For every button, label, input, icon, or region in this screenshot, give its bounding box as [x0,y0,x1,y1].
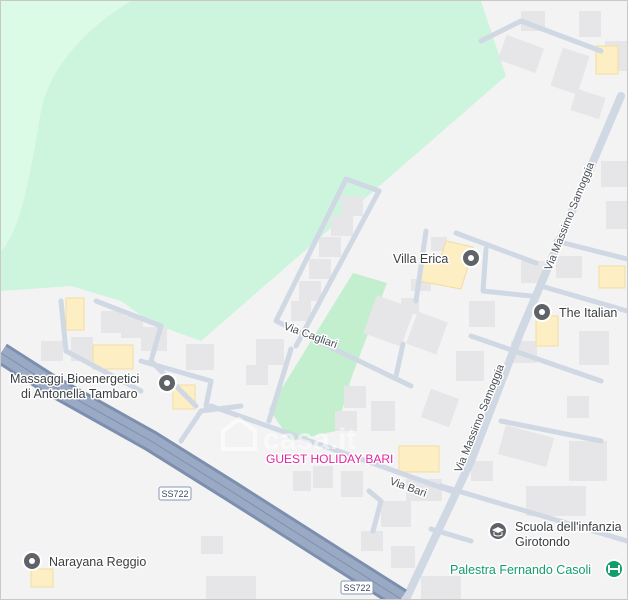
svg-text:Villa Erica: Villa Erica [393,252,448,266]
pin-icon [157,373,177,393]
school-icon [488,521,508,541]
svg-text:Palestra Fernando Casoli: Palestra Fernando Casoli [450,563,591,577]
casa-watermark: casa.it [221,416,356,456]
svg-text:SS722: SS722 [343,583,370,593]
svg-text:di Antonella Tambaro: di Antonella Tambaro [21,387,138,401]
pin-icon [22,551,42,571]
poi-guest-holiday-bari[interactable]: GUEST HOLIDAY BARI GUEST HOLIDAY BARI [265,451,395,468]
svg-text:The Italian: The Italian [559,306,617,320]
poi-palestra-fernando-casoli[interactable]: Palestra Fernando Casoli Palestra Fernan… [449,559,624,579]
pin-icon [461,248,481,268]
svg-text:Scuola dell'infanzia: Scuola dell'infanzia [515,520,622,534]
svg-text:Massaggi Bioenergetici: Massaggi Bioenergetici [10,372,139,386]
svg-text:SS722: SS722 [161,489,188,499]
svg-text:GUEST HOLIDAY BARI: GUEST HOLIDAY BARI [266,452,393,466]
street-label-via-massimo-samoggia-upper: Via Massimo Samoggia Via Massimo Samoggi… [541,158,599,273]
svg-text:Via Massimo Samoggia: Via Massimo Samoggia [543,160,598,272]
svg-text:Narayana Reggio: Narayana Reggio [49,555,146,569]
road-shield-ss722-lower: SS722 [340,580,374,595]
svg-text:Girotondo: Girotondo [515,535,570,549]
map-view[interactable]: casa.it Via Cagliari Via Cagliari Via Ma… [0,0,628,600]
map-canvas[interactable]: casa.it Via Cagliari Via Cagliari Via Ma… [1,1,627,599]
poi-massaggi-bioenergetici[interactable]: Massaggi Bioenergetici Massaggi Bioenerg… [9,371,177,403]
pin-icon [532,302,552,322]
road-shield-ss722-upper: SS722 [158,486,192,501]
poi-narayana-reggio[interactable]: Narayana Reggio Narayana Reggio [22,551,148,571]
dumbbell-icon [604,559,624,579]
